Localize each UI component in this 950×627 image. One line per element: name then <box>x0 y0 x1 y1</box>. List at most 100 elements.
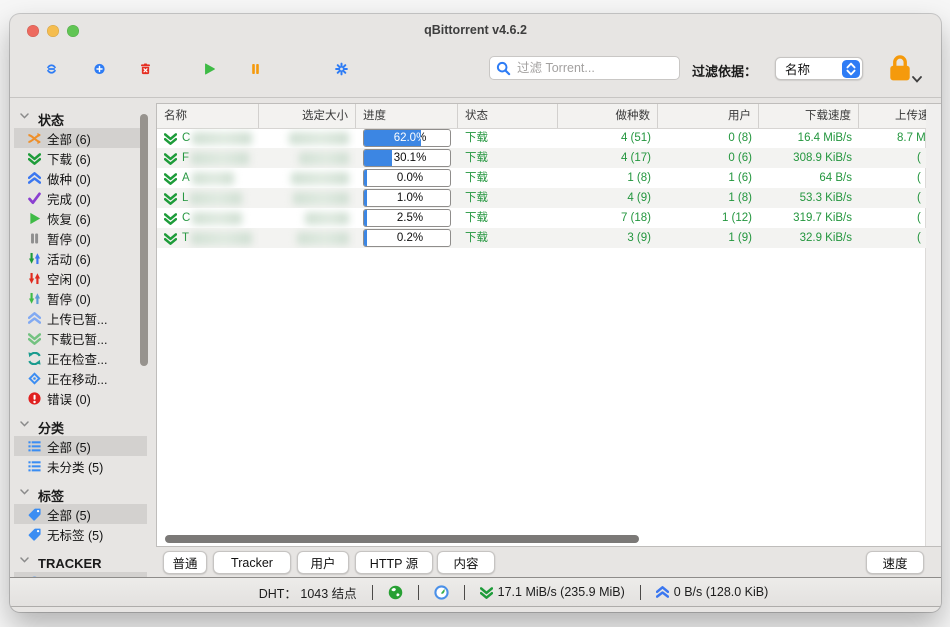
statusbar-divider <box>640 585 641 600</box>
peers-cell: 1 (8) <box>658 188 759 208</box>
statusbar-divider <box>418 585 419 600</box>
detail-tab-Tracker[interactable]: Tracker <box>213 551 291 574</box>
torrent-name-cell: C <box>157 128 259 148</box>
sidebar-section-状态[interactable]: 状态 <box>10 110 155 128</box>
column-header-size[interactable]: 选定大小 <box>259 104 356 128</box>
downloading-status-icon <box>164 212 177 225</box>
preferences-button[interactable] <box>326 54 356 84</box>
status-cell: 下载 <box>458 188 558 208</box>
sidebar-item-完成 (0)[interactable]: 完成 (0) <box>14 188 147 208</box>
download-speed-cell: 53.3 KiB/s <box>759 188 859 208</box>
section-title: 状态 <box>38 110 64 129</box>
sidebar-item-错误 (0)[interactable]: 错误 (0) <box>14 388 147 408</box>
progress-label: 0.2% <box>364 230 456 246</box>
sidebar-item-空闲 (0)[interactable]: 空闲 (0) <box>14 268 147 288</box>
status-cell: 下载 <box>458 128 558 148</box>
progress-fill: 0.2% <box>364 230 367 246</box>
error-icon <box>28 392 41 405</box>
add-torrent-link-button[interactable] <box>36 54 66 84</box>
sidebar-section-分类[interactable]: 分类 <box>10 418 155 436</box>
column-header-upspeed[interactable]: 上传速度 <box>859 104 926 128</box>
torrent-row[interactable]: L1.0%1.0%下载4 (9)1 (8)53.3 KiB/s( <box>157 188 926 208</box>
blurred-size-value <box>293 192 349 205</box>
sidebar-item-上传已暂...[interactable]: 上传已暂... <box>14 308 147 328</box>
detail-tab-内容[interactable]: 内容 <box>437 551 495 574</box>
seeds-cell: 4 (51) <box>558 128 658 148</box>
peers-cell: 0 (6) <box>658 148 759 168</box>
downloading-status-icon <box>164 172 177 185</box>
window-title: qBittorrent v4.6.2 <box>10 14 941 44</box>
torrent-row[interactable]: C2.5%2.5%下载7 (18)1 (12)319.7 KiB/s( <box>157 208 926 228</box>
progress-fill: 0.0% <box>364 170 367 186</box>
sidebar-item-label: 正在移动... <box>47 369 107 388</box>
detail-tab-HTTP 源[interactable]: HTTP 源 <box>355 551 433 574</box>
peers-cell: 1 (6) <box>658 168 759 188</box>
column-header-seeds[interactable]: 做种数 <box>558 104 658 128</box>
search-input[interactable] <box>515 60 669 76</box>
downloading-status-icon <box>164 192 177 205</box>
torrent-name-initial: C <box>182 128 190 148</box>
sidebar-item-下载 (6)[interactable]: 下载 (6) <box>14 148 147 168</box>
sidebar-item-未分类 (5)[interactable]: 未分类 (5) <box>14 456 147 476</box>
column-header-status[interactable]: 状态 <box>458 104 558 128</box>
column-header-dlspeed[interactable]: 下载速度 <box>759 104 859 128</box>
resume-torrent-button[interactable] <box>194 54 224 84</box>
sidebar-scrollbar[interactable] <box>140 114 148 366</box>
speed-limits-icon[interactable] <box>434 585 449 600</box>
column-header-peers[interactable]: 用户 <box>658 104 759 128</box>
sidebar-item-暂停 (0)[interactable]: 暂停 (0) <box>14 228 147 248</box>
sidebar-section-TRACKER[interactable]: TRACKER <box>10 554 155 572</box>
sidebar-item-label: 全部 (5) <box>47 505 91 524</box>
sidebar-item-label: 完成 (0) <box>47 189 91 208</box>
vertical-scrollbar-track[interactable] <box>925 104 941 546</box>
column-header-name[interactable]: 名称 <box>157 104 259 128</box>
torrent-row[interactable]: T0.2%0.2%下载3 (9)1 (9)32.9 KiB/s( <box>157 228 926 248</box>
progress-bar: 62.0%62.0% <box>363 129 451 147</box>
link-icon <box>45 54 58 67</box>
search-box[interactable] <box>489 56 680 80</box>
sidebar-item-label: 错误 (0) <box>47 389 91 408</box>
progress-fill: 62.0% <box>364 130 421 146</box>
sidebar-item-label: 无标签 (5) <box>47 525 103 544</box>
torrent-row[interactable]: A0.0%0.0%下载1 (8)1 (6)64 B/s( <box>157 168 926 188</box>
torrent-row[interactable]: F30.1%30.1%下载4 (17)0 (6)308.9 KiB/s( <box>157 148 926 168</box>
refresh-icon <box>28 352 41 365</box>
pause-torrent-button[interactable] <box>240 54 270 84</box>
sidebar-item-正在检查...[interactable]: 正在检查... <box>14 348 147 368</box>
dbl-up-light-icon <box>28 312 41 325</box>
horizontal-scrollbar[interactable] <box>165 535 639 543</box>
statusbar-divider <box>372 585 373 600</box>
upload-speed-cell: ( <box>859 208 926 228</box>
sidebar-item-label: 空闲 (0) <box>47 269 91 288</box>
peers-cell: 1 (9) <box>658 228 759 248</box>
column-header-progress[interactable]: 进度 <box>356 104 458 128</box>
selected-size-cell <box>259 128 356 148</box>
sidebar-item-正在移动...[interactable]: 正在移动... <box>14 368 147 388</box>
sidebar-item-无标签 (5)[interactable]: 无标签 (5) <box>14 524 147 544</box>
speed-tab[interactable]: 速度 <box>866 551 924 574</box>
blurred-torrent-name <box>191 152 249 165</box>
sidebar-item-活动 (6)[interactable]: 活动 (6) <box>14 248 147 268</box>
torrent-table-panel: 名称选定大小进度状态做种数用户下载速度上传速度 C62.0%62.0%下载4 (… <box>156 103 941 547</box>
sidebar-item-全部 (6)[interactable]: 全部 (6) <box>14 128 147 148</box>
sidebar-item-恢复 (6)[interactable]: 恢复 (6) <box>14 208 147 228</box>
sidebar-item-做种 (0)[interactable]: 做种 (0) <box>14 168 147 188</box>
sidebar-item-下载已暂...[interactable]: 下载已暂... <box>14 328 147 348</box>
upload-speed-cell: ( <box>859 168 926 188</box>
torrent-row[interactable]: C62.0%62.0%下载4 (51)0 (8)16.4 MiB/s8.7 M <box>157 128 926 148</box>
sidebar-item-全部 (5)[interactable]: 全部 (5) <box>14 436 147 456</box>
progress-label: 30.1% <box>364 150 392 166</box>
title-bar[interactable]: qBittorrent v4.6.2 <box>10 14 941 44</box>
connection-status-icon[interactable] <box>388 585 403 600</box>
detail-tab-用户[interactable]: 用户 <box>297 551 349 574</box>
sidebar-item-暂停 (0)[interactable]: 暂停 (0) <box>14 288 147 308</box>
filter-select[interactable]: 名称 <box>775 57 863 80</box>
blurred-size-value <box>289 132 349 145</box>
lock-button[interactable] <box>886 53 920 87</box>
delete-torrent-button[interactable] <box>130 54 160 84</box>
detail-tab-普通[interactable]: 普通 <box>163 551 207 574</box>
sidebar-item-全部 (5)[interactable]: 全部 (5) <box>14 504 147 524</box>
torrent-name-initial: F <box>182 148 189 168</box>
sidebar-section-标签[interactable]: 标签 <box>10 486 155 504</box>
add-torrent-file-button[interactable] <box>84 54 114 84</box>
